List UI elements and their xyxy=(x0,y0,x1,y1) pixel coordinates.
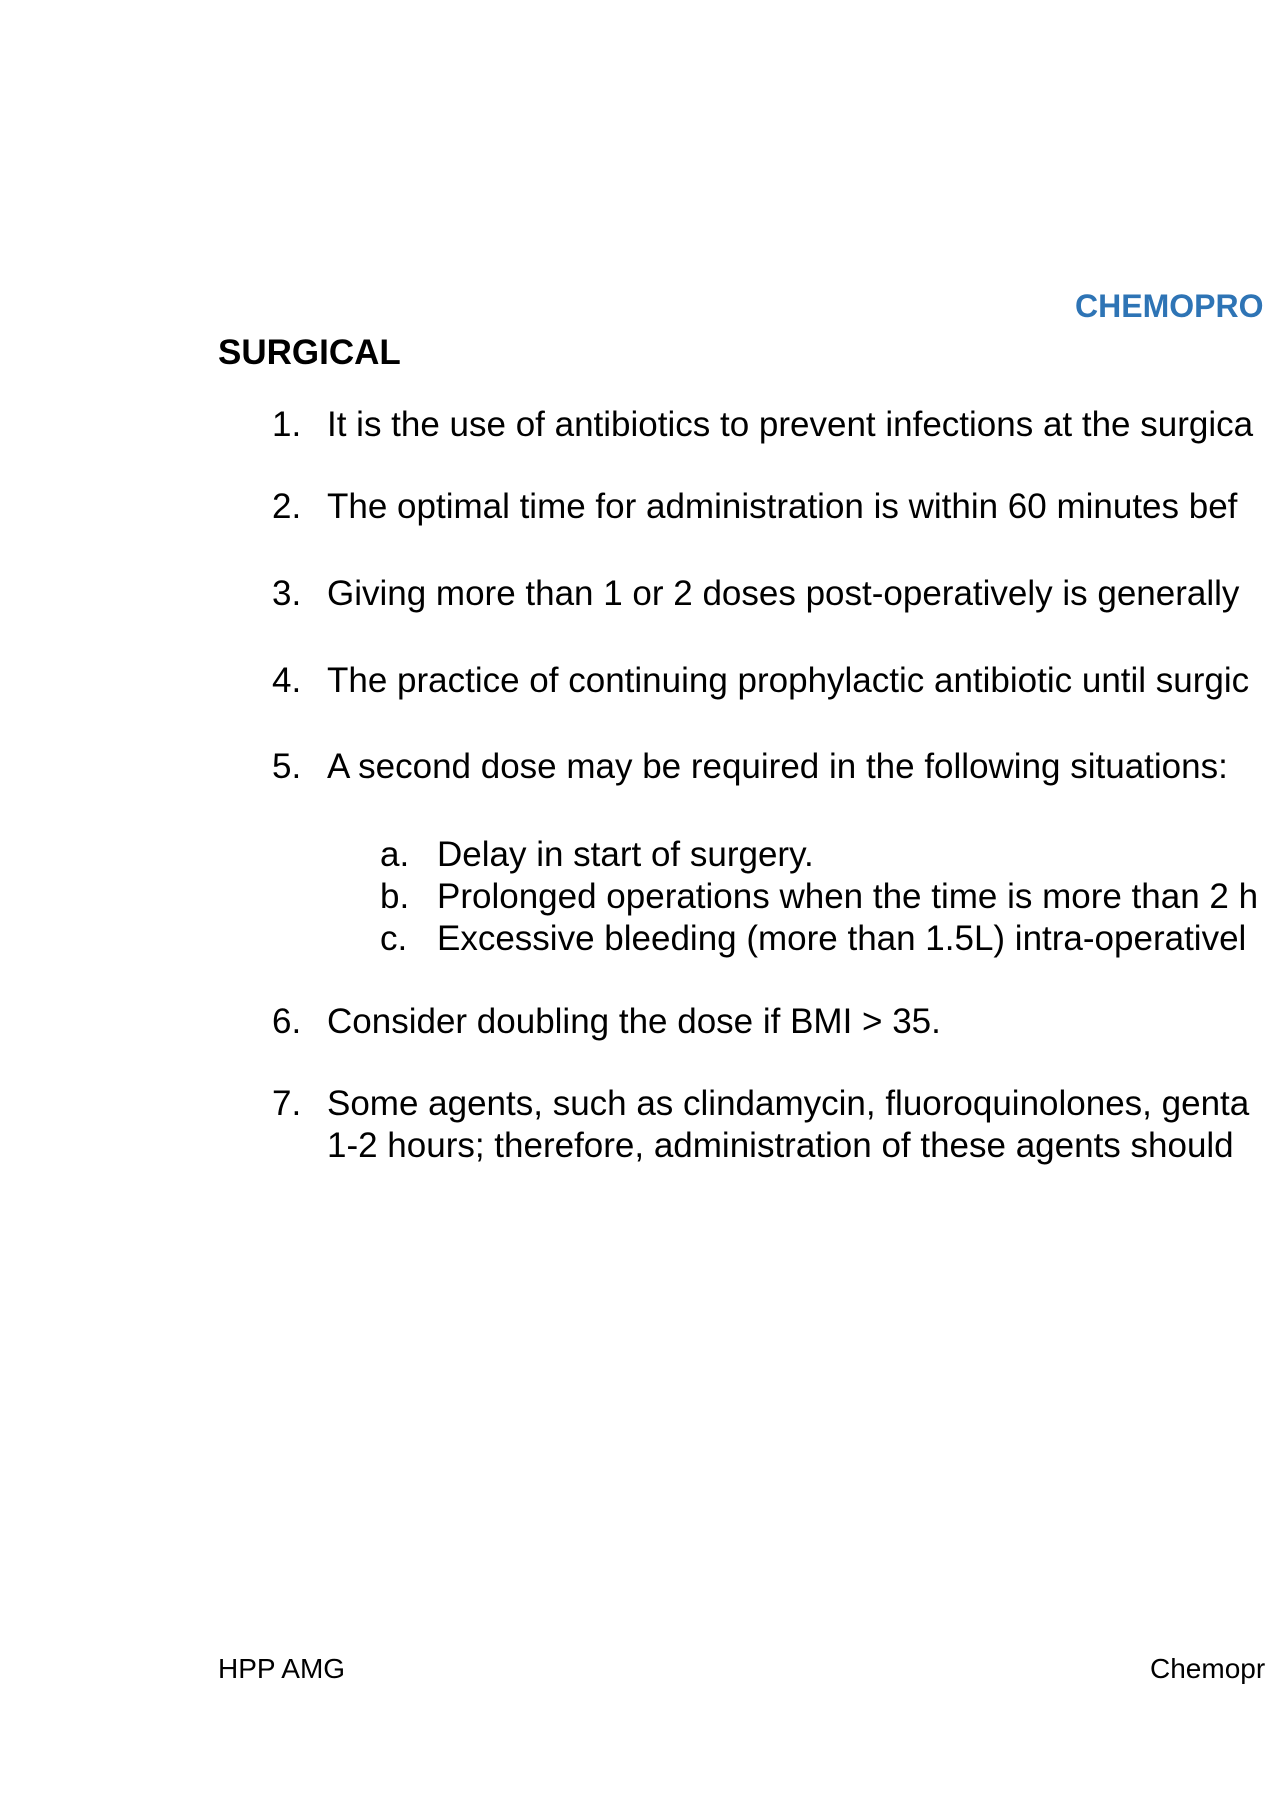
list-item-continuation: 1-2 hours; therefore, administration of … xyxy=(327,1126,1234,1165)
sub-item-letter: b. xyxy=(380,877,410,916)
list-item-number: 3. xyxy=(272,574,302,613)
list-item-5: 5. A second dose may be required in the f… xyxy=(272,746,1228,788)
list-item-2: 2. The optimal time for administration is… xyxy=(272,486,1237,528)
section-heading: SURGICAL xyxy=(218,333,401,372)
list-item-text: The optimal time for administration is w… xyxy=(327,487,1238,526)
footer-left: HPP AMG xyxy=(218,1653,346,1684)
list-item-text: A second dose may be required in the fol… xyxy=(327,747,1228,786)
sub-item-text: Prolonged operations when the time is mo… xyxy=(437,877,1259,916)
list-item-4: 4. The practice of continuing prophylacti… xyxy=(272,660,1249,702)
list-item-number: 1. xyxy=(272,405,302,444)
sub-item-c: c. Excessive bleeding (more than 1.5L) in… xyxy=(380,918,1246,960)
sub-item-text: Delay in start of surgery. xyxy=(437,835,814,874)
list-item-text: It is the use of antibiotics to prevent … xyxy=(327,405,1254,444)
list-item-3: 3. Giving more than 1 or 2 doses post-ope… xyxy=(272,573,1239,615)
sub-item-text: Excessive bleeding (more than 1.5L) intr… xyxy=(437,919,1247,958)
list-item-6: 6. Consider doubling the dose if BMI > 35… xyxy=(272,1001,941,1043)
sub-item-letter: c. xyxy=(380,919,408,958)
list-item-7: 7. Some agents, such as clindamycin, fluo… xyxy=(272,1083,1249,1167)
list-item-text: The practice of continuing prophylactic … xyxy=(327,661,1250,700)
list-item-number: 7. xyxy=(272,1084,302,1123)
list-item-number: 6. xyxy=(272,1002,302,1041)
page-title: CHEMOPRO xyxy=(1075,288,1264,324)
list-item-number: 2. xyxy=(272,487,302,526)
document-page: CHEMOPRO SURGICAL 1. It is the use of ant… xyxy=(0,0,1273,1800)
list-item-number: 5. xyxy=(272,747,302,786)
list-item-number: 4. xyxy=(272,661,302,700)
footer-right: Chemopr xyxy=(1150,1653,1266,1684)
list-item-text: Giving more than 1 or 2 doses post-opera… xyxy=(327,574,1240,613)
list-item-text: Some agents, such as clindamycin, fluoro… xyxy=(327,1084,1250,1123)
list-item-text: Consider doubling the dose if BMI > 35. xyxy=(327,1002,941,1041)
sub-item-letter: a. xyxy=(380,835,410,874)
list-item-1: 1. It is the use of antibiotics to preven… xyxy=(272,404,1253,446)
sub-item-b: b. Prolonged operations when the time is … xyxy=(380,876,1258,918)
sub-item-a: a. Delay in start of surgery. xyxy=(380,834,814,876)
